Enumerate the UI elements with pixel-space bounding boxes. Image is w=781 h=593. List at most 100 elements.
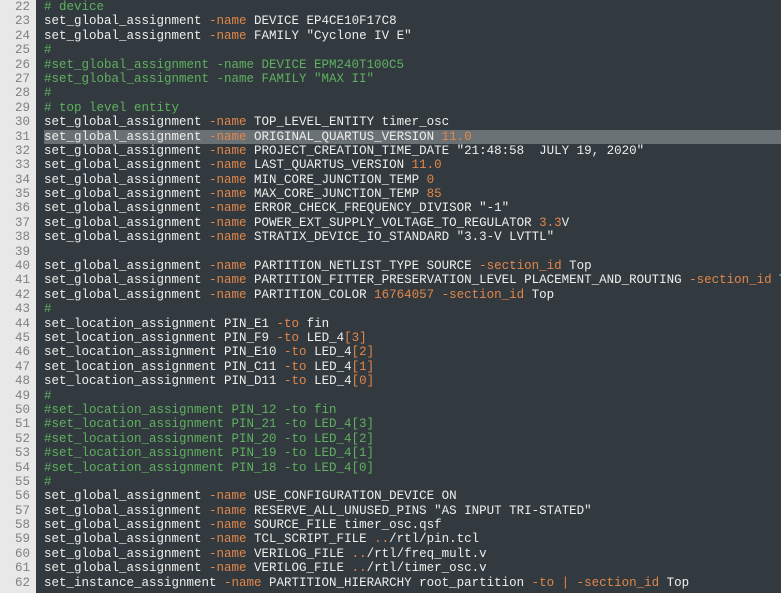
token-cmt: #set_location_assignment PIN_18 -to LED_… bbox=[44, 461, 374, 475]
code-editor[interactable]: # deviceset_global_assignment -name DEVI… bbox=[36, 0, 781, 593]
line-number: 37 bbox=[6, 216, 30, 230]
code-line[interactable]: # bbox=[44, 389, 781, 403]
code-line[interactable]: set_global_assignment -name TCL_SCRIPT_F… bbox=[44, 532, 781, 546]
line-number: 22 bbox=[6, 0, 30, 14]
token-kw: USE_CONFIGURATION_DEVICE ON bbox=[247, 489, 457, 503]
code-line[interactable]: set_location_assignment PIN_C11 -to LED_… bbox=[44, 360, 781, 374]
line-number: 33 bbox=[6, 158, 30, 172]
code-line[interactable]: # bbox=[44, 475, 781, 489]
token-cmt: # bbox=[44, 43, 52, 57]
code-line[interactable]: set_location_assignment PIN_D11 -to LED_… bbox=[44, 374, 781, 388]
token-opt: -name bbox=[209, 115, 247, 129]
code-line[interactable]: set_global_assignment -name MIN_CORE_JUN… bbox=[44, 173, 781, 187]
code-line[interactable]: set_location_assignment PIN_F9 -to LED_4… bbox=[44, 331, 781, 345]
token-kw: DEVICE EP4CE10F17C8 bbox=[247, 14, 397, 28]
code-line[interactable]: set_global_assignment -name ORIGINAL_QUA… bbox=[44, 130, 781, 144]
token-kw: Top bbox=[772, 273, 781, 287]
code-line[interactable]: set_global_assignment -name SOURCE_FILE … bbox=[44, 518, 781, 532]
line-number: 25 bbox=[6, 43, 30, 57]
code-line[interactable]: set_instance_assignment -name PARTITION_… bbox=[44, 576, 781, 590]
token-cmt: #set_global_assignment -name FAMILY "MAX… bbox=[44, 72, 374, 86]
token-num: 0 bbox=[359, 374, 367, 388]
token-num: 85 bbox=[427, 187, 442, 201]
token-br: ] bbox=[367, 345, 375, 359]
token-kw: PARTITION_FITTER_PRESERVATION_LEVEL PLAC… bbox=[247, 273, 690, 287]
line-number: 48 bbox=[6, 374, 30, 388]
token-kw: set_instance_assignment bbox=[44, 576, 224, 590]
token-num: 16764057 bbox=[374, 288, 434, 302]
code-line[interactable]: set_global_assignment -name RESERVE_ALL_… bbox=[44, 504, 781, 518]
token-kw: set_global_assignment bbox=[44, 504, 209, 518]
code-line[interactable]: set_global_assignment -name VERILOG_FILE… bbox=[44, 561, 781, 575]
token-num: 3 bbox=[352, 331, 360, 345]
token-num: 1 bbox=[359, 360, 367, 374]
line-number: 23 bbox=[6, 14, 30, 28]
token-opt: -name bbox=[209, 518, 247, 532]
token-kw: RESERVE_ALL_UNUSED_PINS "AS INPUT TRI-ST… bbox=[247, 504, 592, 518]
line-number-gutter: 2223242526272829303132333435363738394041… bbox=[0, 0, 36, 593]
token-cmt: #set_location_assignment PIN_19 -to LED_… bbox=[44, 446, 374, 460]
code-line[interactable]: set_global_assignment -name POWER_EXT_SU… bbox=[44, 216, 781, 230]
code-line[interactable]: #set_location_assignment PIN_18 -to LED_… bbox=[44, 461, 781, 475]
code-line[interactable]: # bbox=[44, 302, 781, 316]
token-kw bbox=[434, 288, 442, 302]
token-cmt: # bbox=[44, 389, 52, 403]
code-line[interactable]: set_global_assignment -name STRATIX_DEVI… bbox=[44, 230, 781, 244]
code-line[interactable]: # top level entity bbox=[44, 101, 781, 115]
line-number: 24 bbox=[6, 29, 30, 43]
token-kw: LED_4 bbox=[299, 331, 344, 345]
code-line[interactable]: set_global_assignment -name PARTITION_NE… bbox=[44, 259, 781, 273]
code-line[interactable]: # bbox=[44, 86, 781, 100]
token-kw: set_global_assignment bbox=[44, 518, 209, 532]
token-cmt: # bbox=[44, 302, 52, 316]
token-kw: /rtl/freq_mult.v bbox=[367, 547, 487, 561]
code-line[interactable]: # bbox=[44, 43, 781, 57]
line-number: 31 bbox=[6, 130, 30, 144]
line-number: 43 bbox=[6, 302, 30, 316]
line-number: 29 bbox=[6, 101, 30, 115]
code-line[interactable]: set_global_assignment -name USE_CONFIGUR… bbox=[44, 489, 781, 503]
token-opt: -name bbox=[209, 14, 247, 28]
code-line[interactable]: #set_location_assignment PIN_20 -to LED_… bbox=[44, 432, 781, 446]
token-kw: LED_4 bbox=[307, 345, 352, 359]
code-line[interactable]: set_global_assignment -name VERILOG_FILE… bbox=[44, 547, 781, 561]
code-line[interactable]: #set_global_assignment -name FAMILY "MAX… bbox=[44, 72, 781, 86]
code-line[interactable]: #set_global_assignment -name DEVICE EPM2… bbox=[44, 58, 781, 72]
token-opt: .. bbox=[352, 561, 367, 575]
code-line[interactable]: set_global_assignment -name PARTITION_FI… bbox=[44, 273, 781, 287]
code-line[interactable]: #set_location_assignment PIN_21 -to LED_… bbox=[44, 417, 781, 431]
token-opt: -name bbox=[209, 504, 247, 518]
token-br: [ bbox=[344, 331, 352, 345]
token-cmt: # bbox=[44, 475, 52, 489]
code-line[interactable]: set_global_assignment -name ERROR_CHECK_… bbox=[44, 201, 781, 215]
line-number: 41 bbox=[6, 273, 30, 287]
token-kw: set_location_assignment PIN_F9 bbox=[44, 331, 277, 345]
code-line[interactable]: set_global_assignment -name FAMILY "Cycl… bbox=[44, 29, 781, 43]
code-line[interactable] bbox=[44, 245, 781, 259]
token-kw: ORIGINAL_QUARTUS_VERSION bbox=[247, 130, 442, 144]
line-number: 27 bbox=[6, 72, 30, 86]
code-line[interactable]: set_global_assignment -name LAST_QUARTUS… bbox=[44, 158, 781, 172]
token-kw: PARTITION_COLOR bbox=[247, 288, 375, 302]
line-number: 46 bbox=[6, 345, 30, 359]
code-line[interactable]: set_location_assignment PIN_E1 -to fin bbox=[44, 317, 781, 331]
code-line[interactable]: #set_location_assignment PIN_19 -to LED_… bbox=[44, 446, 781, 460]
token-kw: TCL_SCRIPT_FILE bbox=[247, 532, 375, 546]
code-line[interactable]: set_global_assignment -name PROJECT_CREA… bbox=[44, 144, 781, 158]
code-line[interactable]: #set_location_assignment PIN_12 -to fin bbox=[44, 403, 781, 417]
token-kw: POWER_EXT_SUPPLY_VOLTAGE_TO_REGULATOR bbox=[247, 216, 540, 230]
code-line[interactable]: set_global_assignment -name TOP_LEVEL_EN… bbox=[44, 115, 781, 129]
token-opt: -to bbox=[284, 374, 307, 388]
token-br: ] bbox=[367, 360, 375, 374]
code-line[interactable]: set_global_assignment -name PARTITION_CO… bbox=[44, 288, 781, 302]
token-kw: fin bbox=[299, 317, 329, 331]
token-kw: set_global_assignment bbox=[44, 532, 209, 546]
code-line[interactable]: set_location_assignment PIN_E10 -to LED_… bbox=[44, 345, 781, 359]
line-number: 59 bbox=[6, 532, 30, 546]
code-line[interactable]: set_global_assignment -name DEVICE EP4CE… bbox=[44, 14, 781, 28]
code-line[interactable]: set_global_assignment -name MAX_CORE_JUN… bbox=[44, 187, 781, 201]
token-opt: .. bbox=[374, 532, 389, 546]
code-line[interactable]: # device bbox=[44, 0, 781, 14]
token-kw: set_global_assignment bbox=[44, 489, 209, 503]
token-opt: -name bbox=[209, 187, 247, 201]
